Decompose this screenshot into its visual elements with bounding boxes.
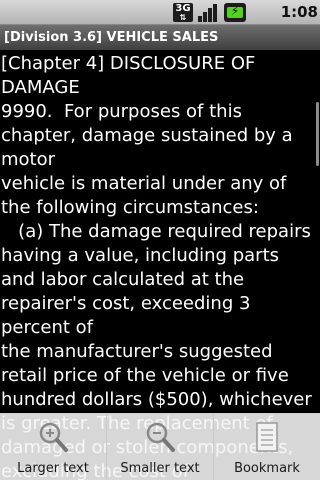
status-bar: 3G ⇅ ⚡ 1:08 AM bbox=[0, 0, 320, 46]
text-line: the manufacturer's suggested bbox=[1, 341, 273, 362]
3g-data-icon: 3G ⇅ bbox=[173, 3, 193, 22]
text-line: and labor calculated at the bbox=[1, 269, 245, 290]
bookmark-icon bbox=[256, 422, 278, 452]
clock: 1:08 AM bbox=[280, 3, 318, 46]
text-line: having a value, including parts bbox=[1, 245, 279, 266]
text-line: the following circumstances: bbox=[1, 197, 259, 218]
text-line: hundred dollars ($500), whichever bbox=[1, 389, 312, 410]
text-line: DAMAGE bbox=[1, 77, 80, 98]
text-line: motor bbox=[1, 149, 56, 170]
bookmark-button[interactable]: Bookmark bbox=[214, 414, 320, 480]
text-line: retail price of the vehicle or five bbox=[1, 365, 289, 386]
text-line: chapter, damage sustained by a bbox=[1, 125, 293, 146]
zoom-in-icon bbox=[39, 422, 68, 452]
text-line: percent of bbox=[1, 317, 94, 338]
signal-strength-icon bbox=[198, 4, 217, 22]
text-line: 9990. For purposes of this bbox=[1, 101, 242, 122]
text-line: vehicle is material under any of bbox=[1, 173, 287, 194]
bookmark-label: Bookmark bbox=[234, 461, 300, 476]
larger-text-button[interactable]: Larger text bbox=[0, 414, 107, 480]
larger-text-label: Larger text bbox=[17, 461, 89, 476]
page-title: [Division 3.6] VEHICLE SALES bbox=[0, 25, 320, 50]
scrollbar[interactable] bbox=[316, 102, 319, 166]
text-line: repairer's cost, exceeding 3 bbox=[1, 293, 251, 314]
options-menu: Larger text Smaller text Bookmark bbox=[0, 413, 320, 480]
smaller-text-label: Smaller text bbox=[120, 461, 200, 476]
text-line: [Chapter 4] DISCLOSURE OF bbox=[1, 53, 256, 74]
smaller-text-button[interactable]: Smaller text bbox=[107, 414, 214, 480]
text-line: (a) The damage required repairs bbox=[1, 221, 311, 242]
zoom-out-icon bbox=[146, 422, 175, 452]
battery-charging-icon: ⚡ bbox=[224, 3, 246, 22]
